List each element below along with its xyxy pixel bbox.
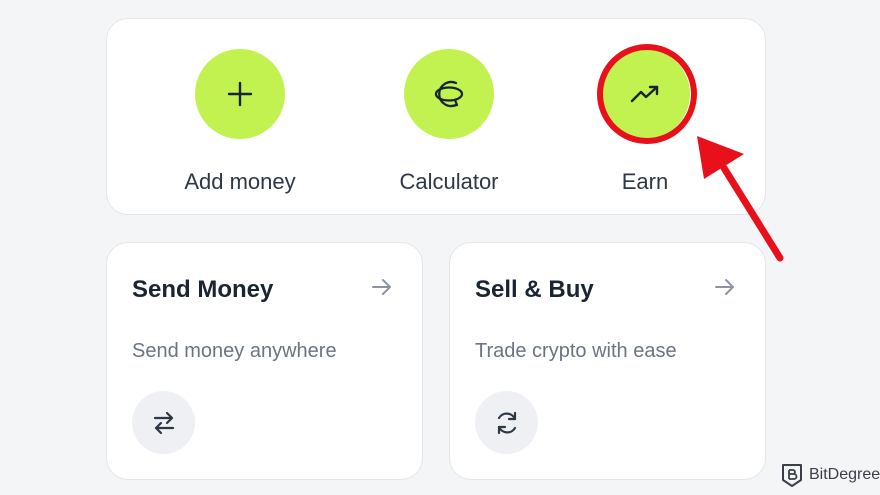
- sell-buy-description: Trade crypto with ease: [475, 340, 677, 362]
- calculator-action[interactable]: Calculator: [369, 49, 529, 195]
- add-money-action[interactable]: Add money: [160, 49, 320, 195]
- sell-buy-title: Sell & Buy: [475, 276, 594, 303]
- calculator-icon: [434, 80, 464, 108]
- sell-buy-card[interactable]: Sell & Buy Trade crypto with ease: [449, 242, 766, 480]
- quick-actions-card: Add money Calculator Earn: [106, 18, 766, 215]
- earn-action[interactable]: Earn: [565, 49, 725, 195]
- arrow-right-icon[interactable]: [713, 275, 737, 299]
- send-money-icon-badge: [132, 391, 195, 454]
- bitdegree-logo-icon: [782, 464, 802, 487]
- calculator-button[interactable]: [404, 49, 494, 139]
- bitdegree-watermark: BitDegree: [780, 462, 880, 488]
- earn-label: Earn: [621, 169, 669, 194]
- plus-icon: [227, 81, 253, 107]
- sell-buy-icon-badge: [475, 391, 538, 454]
- add-money-button[interactable]: [195, 49, 285, 139]
- calculator-label: Calculator: [399, 169, 499, 194]
- send-money-title: Send Money: [132, 276, 274, 303]
- arrow-right-icon[interactable]: [370, 275, 394, 299]
- refresh-icon: [497, 411, 516, 434]
- watermark-text: BitDegree: [809, 466, 880, 483]
- send-money-card[interactable]: Send Money Send money anywhere: [106, 242, 423, 480]
- trending-up-icon: [630, 85, 659, 103]
- swap-arrows-icon: [153, 411, 174, 434]
- send-money-description: Send money anywhere: [132, 340, 337, 362]
- earn-button[interactable]: [600, 49, 690, 139]
- add-money-label: Add money: [184, 169, 296, 194]
